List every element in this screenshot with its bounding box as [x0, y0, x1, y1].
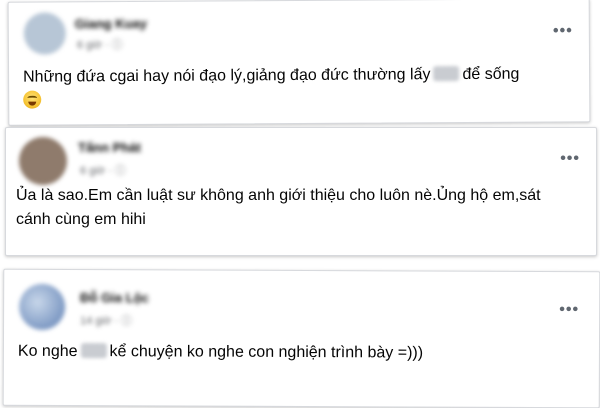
redacted-word: [433, 66, 460, 82]
avatar[interactable]: [23, 12, 66, 55]
comment-text: Ủa là sao.Em cần luật sư không anh giới …: [16, 187, 541, 228]
comment-card: Đỗ Gia Lộc 14 giờ · ⓘ ••• Ko nghe kể chuy…: [2, 268, 600, 408]
more-options-icon[interactable]: •••: [553, 22, 573, 39]
comment-author[interactable]: Tấnn Phát: [78, 140, 141, 155]
comment-body: Ko nghe kể chuyện ko nghe con nghiện trìn…: [18, 340, 578, 366]
comment-text: Ko nghe: [17, 342, 78, 361]
comment-timestamp[interactable]: 6 giờ · ⓘ: [80, 162, 126, 178]
redacted-word: [80, 343, 107, 359]
comment-author[interactable]: Đỗ Gia Lộc: [80, 290, 149, 305]
comment-card: Giang Kuay 6 giờ · ⓘ ••• Những đứa cgai …: [7, 0, 591, 126]
comment-text: kể chuyện ko nghe con nghiện trình bày =…: [109, 343, 424, 362]
face-with-spiral-eyes-emoji: [23, 90, 42, 109]
comment-timestamp[interactable]: 14 giờ · ⓘ: [80, 312, 132, 328]
comment-card: Tấnn Phát 6 giờ · ⓘ ••• Ủa là sao.Em cần…: [5, 127, 597, 256]
avatar[interactable]: [19, 137, 67, 185]
comment-text: Những đứa cgai hay nói đạo lý,giảng đạo …: [23, 66, 431, 86]
more-options-icon[interactable]: •••: [559, 301, 579, 318]
comment-text: để sống: [462, 65, 520, 84]
comment-timestamp[interactable]: 6 giờ · ⓘ: [77, 36, 123, 52]
avatar[interactable]: [19, 283, 66, 330]
comment-author[interactable]: Giang Kuay: [75, 16, 147, 31]
comment-body: Những đứa cgai hay nói đạo lý,giảng đạo …: [23, 62, 578, 113]
more-options-icon[interactable]: •••: [560, 151, 580, 167]
